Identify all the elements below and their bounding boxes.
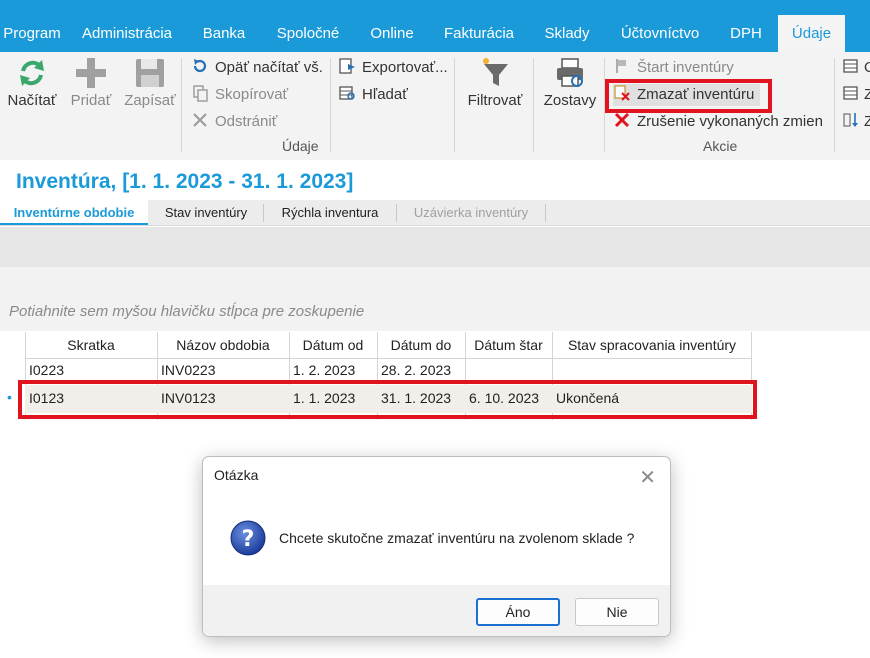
cancel-x-icon bbox=[614, 112, 630, 128]
ribbon-separator bbox=[330, 58, 331, 152]
copy-icon bbox=[193, 85, 208, 102]
ribbon-separator bbox=[181, 58, 182, 152]
pridat-button[interactable]: Pridať bbox=[66, 56, 116, 116]
ribbon-separator bbox=[834, 58, 835, 152]
partial-label-2: Z bbox=[864, 86, 870, 103]
menu-spolocne[interactable]: Spoločné bbox=[270, 15, 346, 52]
partial-button-1[interactable]: O bbox=[842, 57, 870, 79]
skopirovat-button[interactable]: Skopírovať bbox=[191, 84, 288, 106]
hladat-button[interactable]: Hľadať bbox=[338, 84, 408, 106]
odstranit-button[interactable]: Odstrániť bbox=[191, 111, 277, 133]
exportovat-label: Exportovať... bbox=[362, 59, 448, 76]
dialog-message: Chcete skutočne zmazať inventúru na zvol… bbox=[279, 530, 635, 546]
find-icon bbox=[339, 86, 355, 100]
akcie-group-label: Akcie bbox=[703, 138, 738, 154]
highlight-zmazat-inventuru bbox=[605, 79, 772, 113]
page-title: Inventúra, [1. 1. 2023 - 31. 1. 2023] bbox=[16, 170, 354, 193]
hladat-label: Hľadať bbox=[362, 86, 408, 103]
tab-separator bbox=[263, 204, 264, 222]
menu-fakturacia[interactable]: Fakturácia bbox=[438, 15, 520, 52]
menu-uctovnictvo[interactable]: Účtovníctvo bbox=[614, 15, 706, 52]
zapisat-label: Zapísať bbox=[124, 92, 176, 109]
close-icon[interactable]: ✕ bbox=[639, 465, 656, 490]
udaje-group-label: Údaje bbox=[282, 138, 319, 154]
yes-button[interactable]: Áno bbox=[476, 598, 560, 626]
table-icon bbox=[843, 59, 858, 73]
menu-online[interactable]: Online bbox=[362, 15, 422, 52]
column-header-nazov-obdobia[interactable]: Názov obdobia bbox=[157, 332, 289, 358]
zrusenie-zmien-label: Zrušenie vykonaných zmien bbox=[637, 113, 823, 130]
zapisat-button[interactable]: Zapísať bbox=[122, 56, 178, 116]
filtrovat-button[interactable]: Filtrovať bbox=[462, 56, 528, 116]
tab-uzavierka-inventury[interactable]: Uzávierka inventúry bbox=[398, 200, 544, 225]
menu-program[interactable]: Program bbox=[2, 15, 62, 52]
menu-administracia[interactable]: Administrácia bbox=[76, 15, 178, 52]
plus-icon bbox=[76, 58, 106, 88]
save-icon bbox=[136, 59, 164, 87]
filter-icon bbox=[483, 58, 508, 86]
group-by-panel[interactable] bbox=[0, 267, 870, 331]
ribbon-separator bbox=[533, 58, 534, 152]
tab-rychla-inventura[interactable]: Rýchla inventura bbox=[265, 200, 395, 225]
partial-button-2[interactable]: Z bbox=[842, 84, 870, 106]
menu-dph[interactable]: DPH bbox=[722, 15, 770, 52]
no-button[interactable]: Nie bbox=[575, 598, 659, 626]
opat-nacitat-label: Opäť načítať vš. bbox=[215, 59, 323, 76]
menu-sklady[interactable]: Sklady bbox=[538, 15, 596, 52]
confirm-dialog: Otázka ✕ ? Chcete skutočne zmazať invent… bbox=[202, 456, 671, 637]
tab-separator bbox=[396, 204, 397, 222]
nacitat-label: Načítať bbox=[7, 92, 57, 109]
column-header-datum-start[interactable]: Dátum štar bbox=[465, 332, 552, 358]
tab-separator bbox=[545, 204, 546, 222]
filtrovat-label: Filtrovať bbox=[467, 92, 523, 109]
toolbar-band bbox=[0, 227, 870, 267]
skopirovat-label: Skopírovať bbox=[215, 86, 289, 103]
question-icon: ? bbox=[230, 520, 266, 556]
refresh-icon bbox=[20, 60, 44, 86]
print-preview-icon bbox=[557, 58, 583, 87]
tab-stav-inventury[interactable]: Stav inventúry bbox=[150, 200, 262, 225]
ribbon-separator bbox=[454, 58, 455, 152]
dialog-title: Otázka bbox=[214, 467, 259, 483]
nacitat-button[interactable]: Načítať bbox=[4, 56, 60, 116]
exportovat-button[interactable]: Exportovať... bbox=[338, 57, 448, 79]
zrusenie-zmien-button[interactable]: Zrušenie vykonaných zmien bbox=[613, 111, 823, 133]
start-inventury-button[interactable]: Štart inventúry bbox=[613, 57, 734, 79]
start-inventury-label: Štart inventúry bbox=[637, 59, 734, 76]
highlight-selected-row bbox=[18, 380, 757, 419]
group-by-hint: Potiahnite sem myšou hlavičku stĺpca pre… bbox=[9, 303, 365, 320]
row-indicator: • bbox=[7, 389, 12, 405]
zostavy-button[interactable]: Zostavy bbox=[540, 56, 600, 116]
tab-inventurne-obdobie[interactable]: Inventúrne obdobie bbox=[0, 200, 148, 225]
column-header-datum-do[interactable]: Dátum do bbox=[377, 332, 465, 358]
pridat-label: Pridať bbox=[70, 92, 112, 109]
partial-label-3: Z bbox=[864, 113, 870, 130]
column-header-datum-od[interactable]: Dátum od bbox=[289, 332, 377, 358]
reload-icon bbox=[193, 59, 207, 73]
menu-banka[interactable]: Banka bbox=[196, 15, 252, 52]
tab-strip: Inventúrne obdobie Stav inventúry Rýchla… bbox=[0, 200, 870, 226]
partial-button-3[interactable]: Z bbox=[842, 111, 870, 133]
menu-bar: Program Administrácia Banka Spoločné Onl… bbox=[0, 0, 870, 52]
sort-az-icon bbox=[843, 113, 858, 127]
partial-label-1: O bbox=[864, 59, 870, 76]
zostavy-label: Zostavy bbox=[543, 92, 597, 109]
table-icon bbox=[843, 86, 858, 100]
odstranit-label: Odstrániť bbox=[215, 113, 278, 130]
svg-text:?: ? bbox=[242, 527, 255, 552]
column-header-skratka[interactable]: Skratka bbox=[25, 332, 157, 358]
delete-x-icon bbox=[193, 113, 207, 127]
export-icon bbox=[339, 58, 355, 74]
start-flag-icon bbox=[616, 59, 626, 73]
column-header-stav-spracovania[interactable]: Stav spracovania inventúry bbox=[552, 332, 752, 358]
menu-udaje[interactable]: Údaje bbox=[778, 15, 845, 52]
opat-nacitat-button[interactable]: Opäť načítať vš. bbox=[191, 57, 323, 79]
